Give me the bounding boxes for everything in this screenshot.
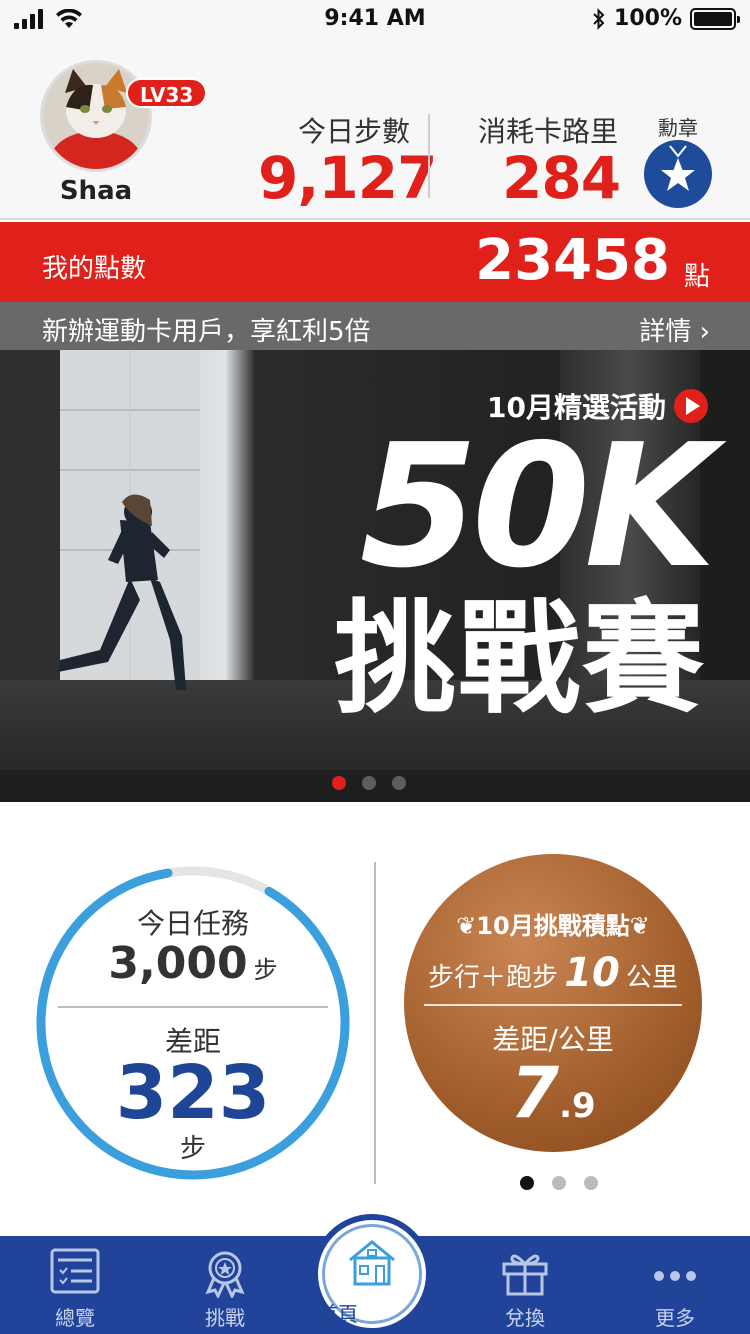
page-dot[interactable]: [584, 1176, 598, 1190]
points-bar[interactable]: 我的點數 23458 點: [0, 222, 750, 302]
task-target-value: 3,000: [108, 938, 248, 989]
task-summary[interactable]: 今日任務 3,000 步 差距 323 步: [34, 864, 352, 1182]
tab-home[interactable]: 首頁: [312, 1214, 432, 1334]
profile-header: LV33 Shaa 今日步數 9,127 消耗卡路里 284 勳章: [0, 40, 750, 220]
points-label: 我的點數: [42, 254, 147, 284]
tab-more-label: 更多: [655, 1306, 695, 1330]
status-bar: 9:41 AM 100%: [0, 0, 750, 40]
challenge-goal-unit: 公里: [625, 963, 678, 993]
challenge-goal-number: 10: [564, 950, 620, 996]
panel-divider: [374, 862, 376, 1184]
gift-icon: [502, 1254, 548, 1296]
challenge-goal: 步行＋跑步 10 公里: [404, 950, 702, 996]
task-target: 3,000 步: [34, 938, 352, 989]
challenge-gap-dec: .9: [559, 1086, 596, 1126]
challenge-divider: [424, 1004, 682, 1006]
calories-value: 284: [502, 144, 621, 212]
medal-label: 勳章: [658, 116, 698, 140]
task-label: 今日任務: [136, 907, 249, 940]
page-dot[interactable]: [552, 1176, 566, 1190]
challenge-gap-int: 7: [510, 1052, 560, 1134]
bluetooth-icon: [593, 7, 605, 30]
status-right: 100%: [592, 6, 740, 31]
home-icon: [349, 1240, 395, 1286]
gap-unit: 步: [179, 1134, 206, 1164]
tab-redeem-label: 兌換: [505, 1306, 545, 1330]
task-target-unit: 步: [253, 956, 278, 984]
avatar[interactable]: [40, 60, 152, 172]
stats-divider: [428, 114, 430, 198]
tab-overview[interactable]: 總覽: [0, 1236, 150, 1334]
more-icon: [654, 1271, 696, 1281]
carousel-dot[interactable]: [392, 776, 406, 790]
gap-value: 323: [115, 1050, 271, 1136]
points-value: 23458: [475, 228, 670, 293]
medal-button[interactable]: [644, 140, 712, 208]
details-link[interactable]: 詳情 ›: [639, 311, 710, 348]
banner-subtitle: 挑戰賽: [334, 588, 706, 730]
promo-text: 新辦運動卡用戶，享紅利5倍: [42, 317, 371, 347]
level-badge: LV33: [126, 78, 208, 108]
tab-more[interactable]: 更多: [600, 1236, 750, 1334]
daily-panel: 今日任務 3,000 步 差距 323 步 ❦10月挑戰積點❦ 步行＋跑步 10 公里…: [0, 802, 750, 1236]
award-icon: [205, 1251, 245, 1298]
task-divider: [58, 1006, 328, 1008]
tab-overview-label: 總覽: [55, 1306, 95, 1330]
battery-icon: [690, 7, 740, 30]
page-dot[interactable]: [520, 1176, 534, 1190]
carousel-dots: [332, 776, 406, 790]
username: Shaa: [59, 176, 133, 206]
battery-percent: 100%: [614, 6, 682, 31]
steps-value: 9,127: [258, 144, 437, 212]
tab-challenge-label: 挑戰: [205, 1306, 245, 1330]
challenge-page-dots: [520, 1176, 598, 1190]
carousel-dot[interactable]: [362, 776, 376, 790]
list-icon: [50, 1248, 100, 1294]
challenge-medallion[interactable]: ❦10月挑戰積點❦ 步行＋跑步 10 公里 差距/公里 7.9: [404, 854, 702, 1152]
carousel-dot[interactable]: [332, 776, 346, 790]
star-medal-icon: [645, 141, 711, 207]
banner-title: 50K: [359, 408, 716, 606]
tab-redeem[interactable]: 兌換: [450, 1236, 600, 1334]
points-unit: 點: [683, 262, 710, 292]
promo-banner[interactable]: 新辦運動卡用戶，享紅利5倍 詳情 › 10月精選活動 50K 挑戰賽: [0, 302, 750, 802]
challenge-goal-prefix: 步行＋跑步: [428, 963, 559, 993]
challenge-gap-value: 7.9: [404, 1052, 702, 1134]
tab-home-label: 首頁: [318, 1302, 358, 1326]
tab-challenge[interactable]: 挑戰: [150, 1236, 300, 1334]
challenge-title: ❦10月挑戰積點❦: [456, 912, 650, 940]
promo-strip[interactable]: 新辦運動卡用戶，享紅利5倍 詳情 ›: [0, 302, 750, 350]
